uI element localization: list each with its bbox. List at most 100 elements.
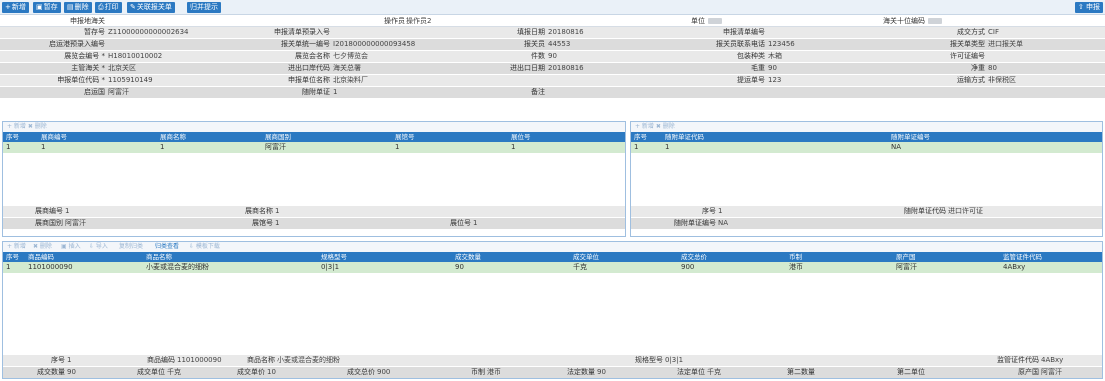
form-row: 启运港预录入编号 报关单统一编号 I201800000000093458 报关员 445… <box>0 39 1105 51</box>
col-header: 商品名称 <box>146 253 172 261</box>
goods-currency-field[interactable]: 港币 <box>487 367 527 378</box>
view-classification-button[interactable]: 归类查看 <box>155 242 179 252</box>
field-value[interactable]: CIF <box>988 27 1098 38</box>
table-row[interactable]: 1 1 NA <box>631 142 1102 153</box>
field-label: 填报日期 <box>517 28 545 36</box>
add-button[interactable]: +新增 <box>2 2 29 13</box>
goods-total-field[interactable]: 900 <box>377 367 417 378</box>
print-button[interactable]: ⎙打印 <box>95 2 122 13</box>
exhibitor-country-field[interactable]: 阿富汗 <box>65 218 165 229</box>
link-icon: ✎ <box>130 3 136 11</box>
operator-label: 操作员 <box>384 17 405 25</box>
redacted-block <box>708 18 722 24</box>
field-label: 申报清单预录入号 <box>274 28 330 36</box>
goods-second-qty-field[interactable] <box>817 367 857 378</box>
col-header: 币制 <box>789 253 802 261</box>
doc-no-field[interactable]: NA <box>718 218 918 229</box>
field-label: 报关员联系电话 <box>716 40 765 48</box>
col-header: 随附单证编号 <box>891 133 930 141</box>
booth-field[interactable]: 1 <box>473 218 573 229</box>
redacted-block <box>928 18 942 24</box>
field-value[interactable]: 非保税区 <box>988 75 1098 86</box>
table-row[interactable]: 1 1 1 阿富汗 1 1 <box>3 142 625 153</box>
field-value[interactable]: 进口报关单 <box>988 39 1098 50</box>
exhibitor-no-field[interactable]: 1 <box>65 206 165 217</box>
declare-button[interactable]: ⇧ 申报 <box>1074 2 1103 13</box>
field-label: 报关单统一编号 <box>281 40 330 48</box>
doc-seq-field[interactable]: 1 <box>718 206 818 217</box>
table-row[interactable]: 1 1101000090 小麦或混合麦的细粉 0|3|1 90 千克 900 港… <box>3 262 1102 273</box>
cell: 1 <box>6 263 11 271</box>
documents-toolbar[interactable]: + 新增 ✖ 删除 <box>631 122 1102 132</box>
field-value[interactable]: 80 <box>988 63 1098 74</box>
goods-legal-qty-field[interactable]: 90 <box>597 367 637 378</box>
link-declaration-button[interactable]: ✎关联报关单 <box>127 2 175 13</box>
copy-classification-button[interactable]: 复制归类 <box>119 242 143 252</box>
goods-insert-button[interactable]: ▣ 插入 <box>61 242 81 252</box>
plus-icon: + <box>5 3 11 11</box>
field-label: 件数 <box>531 52 545 60</box>
goods-unit-field[interactable]: 千克 <box>167 367 207 378</box>
form-row: 主管海关 * 北京关区 进出口岸代码 海关总署 进出口日期 20180816 毛重 90 净重 8… <box>0 63 1105 75</box>
col-header: 展商编号 <box>41 133 67 141</box>
goods-name-field[interactable]: 小麦或混合麦的细粉 <box>277 355 417 366</box>
customs-value[interactable] <box>108 16 288 27</box>
booth-detail-row1: 展商编号 1 展商名称 1 <box>3 206 625 217</box>
cell: NA <box>891 143 902 151</box>
save-draft-button[interactable]: ▣暂存 <box>33 2 61 13</box>
field-label: 主管海关 * <box>71 64 105 72</box>
cell: 1 <box>665 143 670 151</box>
field-label: 报关员 <box>524 40 545 48</box>
exhibitor-name-field[interactable]: 1 <box>275 206 575 217</box>
goods-delete-button[interactable]: ✖ 删除 <box>33 242 52 252</box>
form-row: 申报单位代码 * 1105910149 申报单位名称 北京染料厂 提运单号 123 运输方式… <box>0 75 1105 87</box>
booth-toolbar[interactable]: + 新增 ✖ 删除 <box>3 122 625 132</box>
customs-code-label: 海关十位编码 <box>883 17 925 25</box>
unit-label: 单位 <box>691 17 705 25</box>
goods-add-button[interactable]: + 新增 <box>7 242 26 252</box>
delete-button[interactable]: ▤删除 <box>64 2 92 13</box>
field-label: 进出口岸代码 <box>288 64 330 72</box>
field-value[interactable] <box>988 87 1098 98</box>
goods-import-button[interactable]: ⇩ 导入 <box>89 242 108 252</box>
doc-code-field[interactable]: 进口许可证 <box>948 206 1068 217</box>
cell: 千克 <box>573 263 587 271</box>
col-header: 展馆号 <box>395 133 415 141</box>
goods-origin-field[interactable]: 阿富汗 <box>1041 367 1101 378</box>
field-label: 包装种类 <box>737 52 765 60</box>
field-label: 成交方式 <box>957 28 985 36</box>
hall-field[interactable]: 1 <box>275 218 375 229</box>
goods-second-unit-field[interactable] <box>927 367 967 378</box>
goods-price-field[interactable]: 10 <box>267 367 307 378</box>
col-header: 序号 <box>6 253 19 261</box>
col-header: 展商名称 <box>160 133 186 141</box>
booth-table-header: 序号 展商编号 展商名称 展商国别 展馆号 展位号 <box>3 132 625 142</box>
goods-spec-field[interactable]: 0|3|1 <box>665 355 745 366</box>
form-row: 暂存号 Z11000000000002634 申报清单预录入号 填报日期 2018081… <box>0 27 1105 39</box>
template-download-button[interactable]: ⇩ 模板下载 <box>189 242 220 252</box>
col-header: 展位号 <box>511 133 531 141</box>
goods-legal-unit-field[interactable]: 千克 <box>707 367 747 378</box>
cell: 阿富汗 <box>265 143 286 151</box>
cell: 0|3|1 <box>321 263 340 271</box>
operator-value: 操作员2 <box>406 17 432 25</box>
field-label: 启运国 <box>84 88 105 96</box>
goods-qty-field[interactable]: 90 <box>67 367 107 378</box>
goods-detail-row1: 序号 1 商品编码 1101000090 商品名称 小麦或混合麦的细粉 规格型号… <box>3 355 1102 366</box>
col-header: 商品编码 <box>28 253 54 261</box>
field-label: 备注 <box>531 88 545 96</box>
save-icon: ▣ <box>36 3 43 11</box>
cell: 90 <box>455 263 464 271</box>
goods-detail-row2: 成交数量 90 成交单位 千克 成交单价 10 成交总价 900 币制 港币 法… <box>3 367 1102 378</box>
merge-hint-button[interactable]: 归并提示 <box>187 2 221 13</box>
field-label: 许可证编号 <box>950 52 985 60</box>
form-row: 启运国 阿富汗 随附单证 1 备注 <box>0 87 1105 99</box>
field-value[interactable] <box>988 51 1098 62</box>
field-label: 净重 <box>971 64 985 72</box>
form-row: 展览会编号 * H18010010002 展览会名称 七夕博览会 件数 90 包装种类 木箱许… <box>0 51 1105 63</box>
customs-code-value <box>928 16 1028 27</box>
booth-panel: + 新增 ✖ 删除 序号 展商编号 展商名称 展商国别 展馆号 展位号 1 1 … <box>2 121 626 237</box>
goods-license-field[interactable]: 4ABxy <box>1041 355 1101 366</box>
booth-detail-row2: 展商国别 阿富汗 展馆号 1 展位号 1 <box>3 218 625 229</box>
documents-detail-row1: 序号 1 随附单证代码 进口许可证 <box>631 206 1102 217</box>
